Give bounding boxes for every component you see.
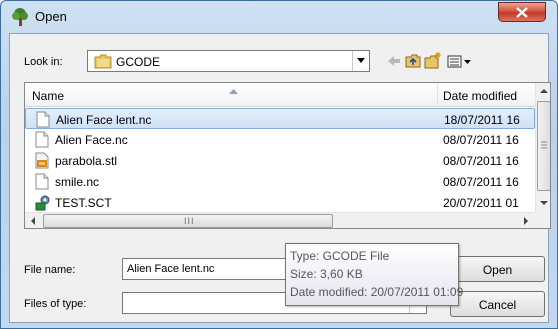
file-date: 08/07/2011 16 [443, 154, 519, 168]
chevron-left-icon [31, 217, 35, 225]
script-file-icon [35, 194, 51, 214]
title-bar[interactable]: Open [1, 1, 557, 31]
file-name: TEST.SCT [55, 196, 112, 210]
file-row[interactable]: Alien Face.nc 08/07/2011 16 [25, 129, 535, 150]
sort-ascending-icon [229, 83, 238, 97]
file-date: 18/07/2011 16 [444, 113, 520, 127]
column-separator[interactable] [437, 83, 438, 107]
horizontal-scroll-thumb[interactable]: III [43, 214, 333, 228]
tree-icon [10, 7, 30, 27]
new-folder-icon [424, 52, 441, 69]
column-date-header[interactable]: Date modified [443, 89, 517, 103]
cancel-button[interactable]: Cancel [450, 291, 545, 317]
folder-icon [94, 54, 112, 72]
filename-label: File name: [24, 264, 76, 276]
lookin-dropdown-arrow[interactable] [352, 51, 369, 71]
open-button[interactable]: Open [450, 256, 545, 282]
new-folder-button[interactable] [424, 51, 442, 71]
file-row[interactable]: smile.nc 08/07/2011 16 [25, 171, 535, 192]
tooltip-size: Size: 3,60 KB [290, 267, 363, 281]
back-arrow-icon [388, 56, 400, 66]
filetype-label: Files of type: [24, 298, 87, 310]
filename-value: Alien Face lent.nc [127, 263, 215, 275]
lookin-label: Look in: [24, 56, 63, 68]
scroll-right-button[interactable] [517, 213, 534, 228]
tooltip-type: Type: GCODE File [290, 249, 390, 263]
lookin-dropdown[interactable]: GCODE [87, 50, 370, 72]
document-icon [36, 111, 50, 131]
back-button[interactable] [385, 51, 403, 71]
close-icon [516, 7, 528, 18]
file-row[interactable]: Alien Face lent.nc 18/07/2011 16 [25, 108, 535, 129]
scroll-grip: III [184, 216, 195, 226]
file-row[interactable]: parabola.stl 08/07/2011 16 [25, 150, 535, 171]
vertical-scrollbar[interactable] [535, 83, 550, 212]
horizontal-scrollbar[interactable]: III [25, 212, 535, 228]
grip-icon [541, 141, 547, 149]
file-date: 08/07/2011 16 [443, 175, 519, 189]
up-folder-button[interactable] [404, 51, 422, 71]
file-name: Alien Face.nc [55, 133, 128, 147]
views-menu-icon [447, 55, 471, 68]
up-folder-icon [405, 54, 421, 68]
column-name-header[interactable]: Name [32, 89, 64, 103]
chevron-up-icon [540, 89, 548, 93]
chevron-down-icon [540, 201, 548, 205]
document-icon [35, 173, 49, 193]
chevron-down-icon [357, 58, 365, 63]
stl-file-icon [35, 152, 49, 172]
vertical-scroll-thumb[interactable] [537, 101, 550, 191]
scroll-down-button[interactable] [536, 195, 550, 211]
views-menu-button[interactable] [446, 51, 474, 71]
column-header: Name Date modified [25, 83, 535, 107]
file-list[interactable]: Name Date modified Alien Face lent.nc 18… [24, 82, 551, 229]
file-name: Alien Face lent.nc [56, 113, 152, 127]
lookin-value: GCODE [116, 55, 161, 69]
document-icon [35, 131, 49, 151]
scrollbar-corner [535, 212, 550, 228]
file-date: 08/07/2011 16 [443, 133, 519, 147]
scroll-left-button[interactable] [25, 213, 42, 228]
close-button[interactable] [498, 2, 546, 22]
scroll-up-button[interactable] [536, 83, 550, 99]
window-title: Open [35, 9, 67, 24]
file-info-tooltip: Type: GCODE File Size: 3,60 KB Date modi… [285, 243, 464, 306]
file-date: 20/07/2011 01 [443, 196, 519, 210]
chevron-right-icon [524, 217, 528, 225]
file-name: smile.nc [55, 175, 100, 189]
tooltip-modified: Date modified: 20/07/2011 01:09 [290, 285, 464, 299]
file-row[interactable]: TEST.SCT 20/07/2011 01 [25, 192, 535, 213]
file-name: parabola.stl [55, 154, 118, 168]
